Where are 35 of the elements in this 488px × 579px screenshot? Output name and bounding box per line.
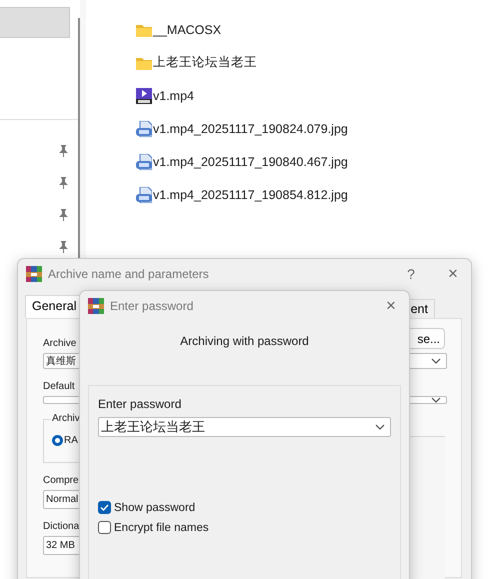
- checkbox-label: Encrypt file names: [114, 522, 209, 534]
- file-name[interactable]: v1.mp4_20251117_190840.467.jpg: [153, 154, 348, 168]
- group-label: Archiv: [51, 413, 81, 424]
- file-name[interactable]: v1.mp4_20251117_190854.812.jpg: [153, 188, 348, 202]
- image-file-icon: [136, 186, 152, 202]
- file-name[interactable]: __MACOSX: [153, 22, 222, 36]
- radio-label: RA: [64, 435, 78, 446]
- radio-button[interactable]: [52, 435, 63, 446]
- field-label: Compre: [43, 475, 79, 486]
- checkbox-label: Show password: [114, 502, 196, 514]
- field-label: Enter password: [98, 397, 182, 411]
- archive-icon: [88, 298, 104, 314]
- dialog-heading: Archiving with password: [179, 334, 310, 348]
- checkbox[interactable]: [98, 501, 111, 514]
- window-title: Enter password: [110, 298, 194, 312]
- chevron-icon: [431, 397, 441, 403]
- chevron-icon: [375, 424, 385, 430]
- chevron-icon: [431, 358, 441, 364]
- password-combo[interactable]: 上老王论坛当老王: [98, 417, 391, 437]
- sidebar-item[interactable]: [0, 7, 70, 38]
- field-label: Dictiona: [43, 521, 80, 532]
- close-button[interactable]: ×: [435, 260, 471, 288]
- field-label: Archive: [43, 338, 76, 349]
- file-name[interactable]: v1.mp4: [153, 88, 194, 102]
- video-file-icon: [136, 88, 152, 104]
- field-label: Default: [43, 381, 75, 392]
- archive-icon: [26, 266, 42, 282]
- image-file-icon: [136, 154, 152, 170]
- file-name[interactable]: v1.mp4_20251117_190824.079.jpg: [153, 122, 348, 136]
- checkbox[interactable]: [98, 521, 111, 534]
- window-title: Archive name and parameters: [48, 266, 209, 280]
- check-icon: [100, 504, 109, 511]
- help-button[interactable]: ?: [393, 260, 429, 288]
- image-file-icon: [136, 120, 152, 136]
- file-name[interactable]: 上老王论坛当老王: [153, 54, 257, 71]
